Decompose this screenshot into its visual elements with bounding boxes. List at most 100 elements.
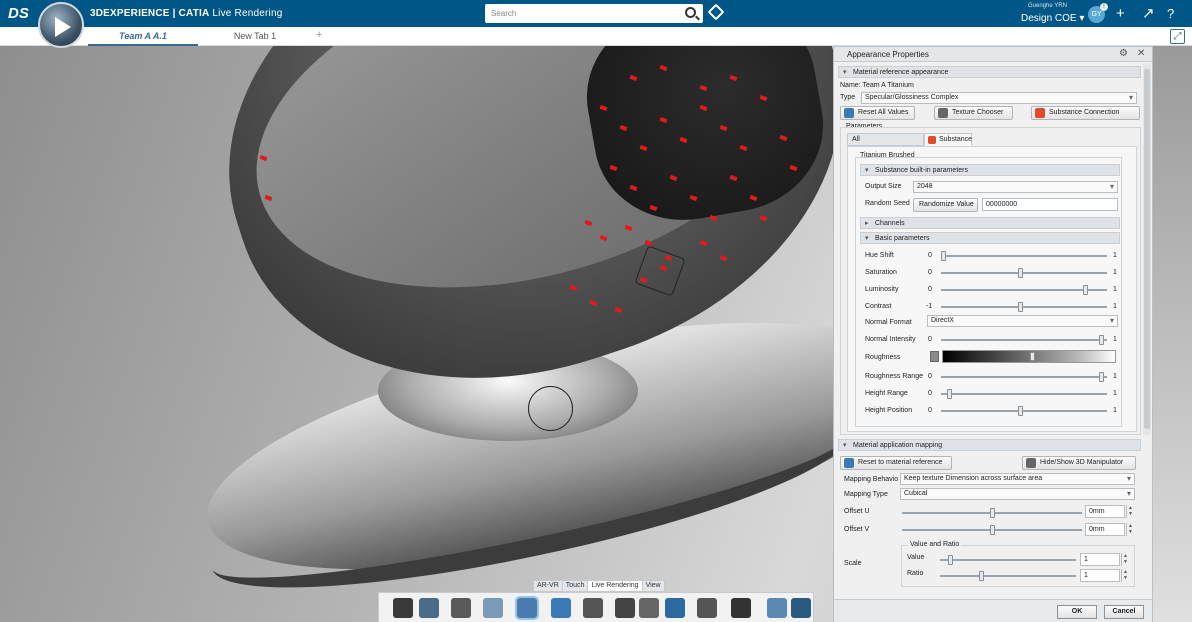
scale-value-label: Value: [907, 554, 925, 561]
range-thumb-1[interactable]: [947, 389, 953, 399]
render-icon[interactable]: [551, 598, 571, 618]
range-thumb-0[interactable]: [1098, 372, 1104, 382]
offset-u-spin[interactable]: ▲ ▼: [1126, 505, 1134, 518]
reset-all-button[interactable]: Reset All Values: [840, 106, 915, 120]
basic-thumb-1[interactable]: [1018, 268, 1024, 278]
range-slider-2[interactable]: [941, 406, 1107, 416]
appearance-icon[interactable]: [515, 596, 539, 620]
roughness-gradient[interactable]: [942, 350, 1116, 363]
offset-v-slider[interactable]: [902, 525, 1082, 535]
random-seed-input[interactable]: 00000000: [982, 198, 1118, 211]
basic-thumb-2[interactable]: [1082, 285, 1088, 295]
scale-ratio-spin[interactable]: ▲ ▼: [1121, 569, 1129, 582]
search-icon[interactable]: [685, 7, 696, 18]
bottom-tab-ar-vr[interactable]: AR-VR: [534, 581, 563, 591]
ok-button[interactable]: OK: [1057, 605, 1097, 619]
animation-icon[interactable]: [615, 598, 635, 618]
add-icon[interactable]: +: [1116, 5, 1125, 22]
environment-icon[interactable]: [419, 598, 439, 618]
search-input[interactable]: Search: [485, 4, 703, 23]
reset-material-button[interactable]: Reset to material reference: [840, 456, 952, 470]
cancel-button[interactable]: Cancel: [1104, 605, 1144, 619]
builtin-section-header[interactable]: Substance built-in parameters: [860, 164, 1120, 176]
panel-scrollbar[interactable]: [1143, 63, 1151, 435]
bottom-tab-live-rendering[interactable]: Live Rendering: [588, 581, 643, 591]
hide-show-manipulator-button[interactable]: Hide/Show 3D Manipulator: [1022, 456, 1136, 470]
add-tab-button[interactable]: +: [316, 29, 322, 41]
scale-ratio-slider[interactable]: [940, 571, 1076, 581]
mapping-behavior-select[interactable]: Keep texture Dimension across surface ar…: [900, 473, 1135, 485]
tab-all[interactable]: All: [847, 133, 924, 146]
basic-slider-0[interactable]: [941, 251, 1107, 261]
roughness-swatch[interactable]: [930, 351, 939, 362]
share-icon[interactable]: ↗: [1142, 5, 1155, 22]
action-bar: [378, 592, 814, 622]
help-icon[interactable]: ?: [1167, 5, 1174, 22]
channels-section-header[interactable]: Channels: [860, 217, 1120, 229]
range-thumb-2[interactable]: [1018, 406, 1024, 416]
bottom-tab-view[interactable]: View: [643, 581, 665, 591]
mapping-section-header[interactable]: Material application mapping: [838, 439, 1141, 451]
scale-value-input[interactable]: 1: [1080, 553, 1120, 566]
mapping-behavior-label: Mapping Behavio: [844, 476, 899, 483]
tab-team-a[interactable]: Team A A.1: [88, 31, 198, 46]
value-ratio-label: Value and Ratio: [908, 541, 962, 548]
range-slider-0[interactable]: [941, 372, 1107, 382]
mapping-type-label: Mapping Type: [844, 491, 888, 498]
settings-icon[interactable]: [639, 598, 659, 618]
camera-icon[interactable]: [583, 598, 603, 618]
substance-connection-button[interactable]: Substance Connection: [1031, 106, 1140, 120]
checker-icon[interactable]: [767, 598, 787, 618]
output-size-select[interactable]: 2048: [913, 181, 1118, 193]
material-section-header[interactable]: Material reference appearance: [838, 66, 1141, 78]
mapping-type-select[interactable]: Cubical: [900, 488, 1135, 500]
offset-u-slider[interactable]: [902, 508, 1082, 518]
expand-icon[interactable]: ⤢: [1170, 29, 1185, 44]
range-slider-1[interactable]: [941, 389, 1107, 399]
roughness-thumb[interactable]: [1030, 352, 1036, 361]
movie-icon[interactable]: [393, 598, 413, 618]
offset-u-thumb[interactable]: [989, 508, 995, 518]
bottom-tab-touch[interactable]: Touch: [563, 581, 589, 591]
scale-value-slider[interactable]: [940, 555, 1076, 565]
basic-thumb-0[interactable]: [941, 251, 946, 261]
help-icon[interactable]: [731, 598, 751, 618]
compass[interactable]: [38, 2, 84, 48]
scale-ratio-thumb[interactable]: [979, 571, 985, 581]
top-bar: DS 3DEXPERIENCE | CATIA Live Rendering S…: [0, 0, 1192, 27]
normal-intensity-slider-0[interactable]: [941, 335, 1107, 345]
tools-icon[interactable]: [697, 598, 717, 618]
tab-substance[interactable]: Substance: [924, 133, 972, 146]
materials-icon[interactable]: [483, 598, 503, 618]
range-min-0: 0: [928, 373, 932, 380]
robot-gizmo[interactable]: [528, 386, 573, 431]
basic-slider-2[interactable]: [941, 285, 1107, 295]
tab-bar: Team A A.1 New Tab 1 +: [0, 27, 1192, 46]
offset-v-spin[interactable]: ▲ ▼: [1126, 523, 1134, 536]
type-select[interactable]: Specular/Glossiness Complex: [861, 92, 1137, 104]
offset-v-input[interactable]: 0mm: [1085, 523, 1125, 536]
randomize-button[interactable]: Randomize Value: [913, 198, 978, 212]
tab-new[interactable]: New Tab 1: [222, 31, 288, 41]
scale-value-thumb[interactable]: [947, 555, 953, 565]
basic-slider-1[interactable]: [941, 268, 1107, 278]
normal-format-select[interactable]: DirectX: [927, 315, 1118, 327]
scale-value-spin[interactable]: ▲ ▼: [1121, 553, 1129, 566]
gear-icon[interactable]: ⚙: [1119, 48, 1128, 59]
range-min-1: 0: [928, 390, 932, 397]
offset-u-input[interactable]: 0mm: [1085, 505, 1125, 518]
basic-slider-3[interactable]: [941, 302, 1107, 312]
workspace-selector[interactable]: Design COE ▾: [1021, 13, 1084, 24]
offset-v-thumb[interactable]: [989, 525, 995, 535]
catalog-icon[interactable]: [665, 598, 685, 618]
tag-icon[interactable]: [707, 3, 725, 21]
scale-ratio-input[interactable]: 1: [1080, 569, 1120, 582]
tree-icon[interactable]: [791, 598, 811, 618]
close-icon[interactable]: ✕: [1137, 48, 1145, 59]
normal-intensity-thumb-0[interactable]: [1098, 335, 1104, 345]
stage-icon[interactable]: [451, 598, 471, 618]
basic-section-header[interactable]: Basic parameters: [860, 232, 1120, 244]
texture-chooser-button[interactable]: Texture Chooser: [934, 106, 1013, 120]
basic-thumb-3[interactable]: [1018, 302, 1024, 312]
basic-max-1: 1: [1113, 269, 1117, 276]
